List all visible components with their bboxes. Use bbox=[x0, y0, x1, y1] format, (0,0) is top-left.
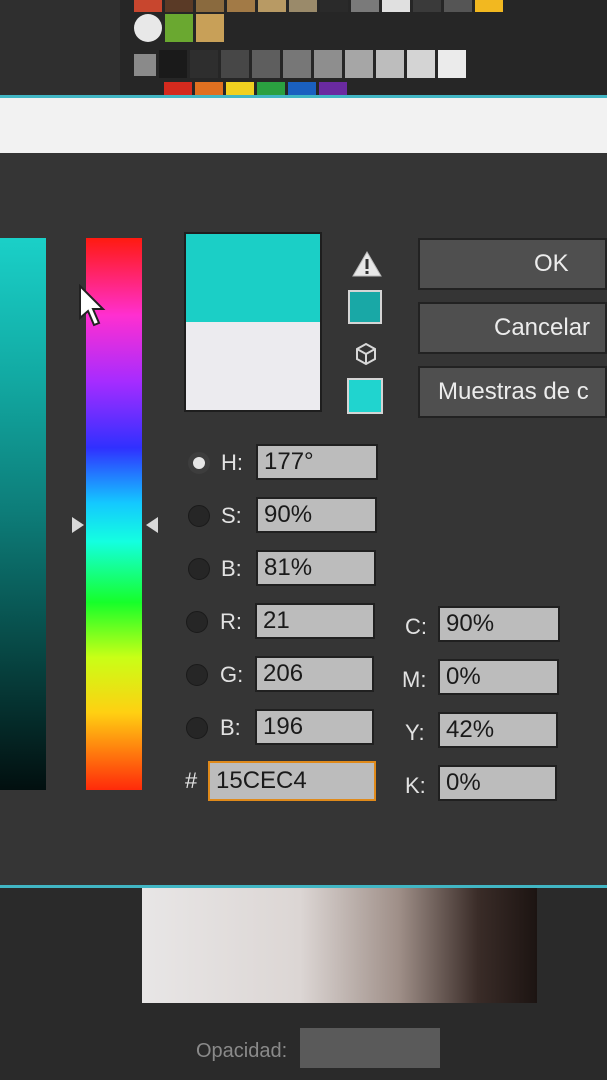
hex-input[interactable]: 15CEC4 bbox=[208, 761, 376, 801]
black-label: K: bbox=[405, 773, 426, 798]
swatch[interactable] bbox=[376, 50, 404, 78]
background-app-top bbox=[0, 0, 607, 110]
swatch[interactable] bbox=[159, 50, 187, 78]
red-label: R: bbox=[220, 609, 242, 634]
swatch-row-2 bbox=[134, 14, 224, 42]
radio-hue[interactable] bbox=[188, 452, 210, 474]
green-label: G: bbox=[220, 662, 244, 687]
yellow-input[interactable]: 42% bbox=[438, 712, 558, 748]
swatch[interactable] bbox=[283, 50, 311, 78]
swatch[interactable] bbox=[134, 0, 162, 12]
color-preview bbox=[184, 232, 322, 412]
swatch[interactable] bbox=[289, 0, 317, 12]
websafe-color-swatch[interactable] bbox=[347, 378, 383, 414]
dialog-titlebar[interactable] bbox=[0, 95, 607, 156]
radio-brightness[interactable] bbox=[188, 558, 210, 580]
black-input[interactable]: 0% bbox=[438, 765, 557, 801]
saturation-input[interactable]: 90% bbox=[256, 497, 377, 533]
ok-button[interactable]: OK bbox=[418, 238, 607, 290]
saturation-label: S: bbox=[221, 503, 242, 528]
swatch[interactable] bbox=[314, 50, 342, 78]
swatch[interactable] bbox=[382, 0, 410, 12]
opacity-field[interactable] bbox=[300, 1028, 440, 1068]
swatch[interactable] bbox=[252, 50, 280, 78]
swatches-panel bbox=[120, 0, 607, 110]
radio-red[interactable] bbox=[186, 611, 208, 633]
hue-label: H: bbox=[221, 450, 243, 475]
cyan-input[interactable]: 90% bbox=[438, 606, 560, 642]
background-app-bottom: Opacidad: bbox=[0, 888, 607, 1080]
cancel-button[interactable]: Cancelar bbox=[418, 302, 607, 354]
color-swatches-button[interactable]: Muestras de c bbox=[418, 366, 607, 418]
mouse-pointer-icon bbox=[79, 284, 106, 327]
current-color-swatch[interactable] bbox=[186, 322, 320, 410]
gamut-correction-swatch[interactable] bbox=[348, 290, 382, 324]
swatch[interactable] bbox=[407, 50, 435, 78]
green-input[interactable]: 206 bbox=[255, 656, 374, 692]
swatch-row-3 bbox=[134, 50, 466, 78]
red-input[interactable]: 21 bbox=[255, 603, 375, 639]
folder-icon[interactable] bbox=[134, 54, 156, 76]
swatch[interactable] bbox=[351, 0, 379, 12]
hue-input[interactable]: 177° bbox=[256, 444, 378, 480]
cube-icon[interactable] bbox=[354, 342, 378, 366]
swatch[interactable] bbox=[221, 50, 249, 78]
saturation-brightness-field[interactable] bbox=[0, 238, 46, 790]
cyan-label: C: bbox=[405, 614, 427, 639]
radio-saturation[interactable] bbox=[188, 505, 210, 527]
radio-blue[interactable] bbox=[186, 717, 208, 739]
swatch[interactable] bbox=[196, 0, 224, 12]
magenta-label: M: bbox=[402, 667, 427, 692]
swatch[interactable] bbox=[345, 50, 373, 78]
swatch[interactable] bbox=[444, 0, 472, 12]
blue-label: B: bbox=[220, 715, 241, 740]
swatch[interactable] bbox=[475, 0, 503, 12]
radio-green[interactable] bbox=[186, 664, 208, 686]
swatch-row-1 bbox=[134, 0, 503, 12]
pattern-swatch[interactable] bbox=[196, 14, 224, 42]
swatch[interactable] bbox=[438, 50, 466, 78]
blue-input[interactable]: 196 bbox=[255, 709, 374, 745]
pattern-swatch[interactable] bbox=[165, 14, 193, 42]
slider-handle-right[interactable] bbox=[146, 517, 158, 533]
yellow-label: Y: bbox=[405, 720, 425, 745]
magenta-input[interactable]: 0% bbox=[438, 659, 559, 695]
brightness-label: B: bbox=[221, 556, 242, 581]
swatch[interactable] bbox=[258, 0, 286, 12]
pattern-swatch[interactable] bbox=[134, 14, 162, 42]
swatch[interactable] bbox=[413, 0, 441, 12]
brightness-input[interactable]: 81% bbox=[256, 550, 376, 586]
slider-handle-left[interactable] bbox=[72, 517, 84, 533]
warning-triangle-icon[interactable] bbox=[351, 250, 383, 278]
swatch[interactable] bbox=[165, 0, 193, 12]
swatch[interactable] bbox=[190, 50, 218, 78]
hex-label: # bbox=[185, 768, 198, 793]
new-color-swatch bbox=[186, 234, 320, 322]
swatch[interactable] bbox=[227, 0, 255, 12]
swatch[interactable] bbox=[320, 0, 348, 12]
gradient-preview bbox=[142, 888, 537, 1003]
opacity-label: Opacidad: bbox=[196, 1040, 288, 1062]
